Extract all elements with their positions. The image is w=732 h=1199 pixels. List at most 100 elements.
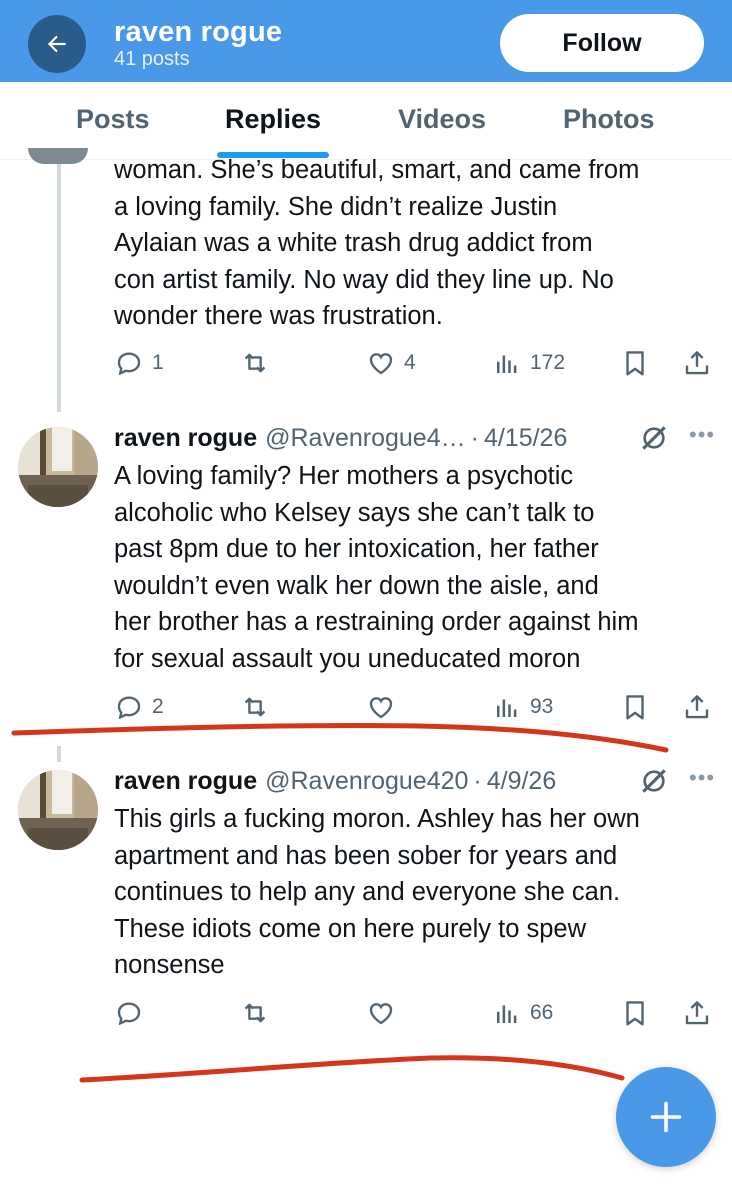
- tweet-text-line: wouldn’t even walk her down the aisle, a…: [114, 571, 599, 600]
- reply-count: 2: [152, 695, 164, 718]
- share-icon: [685, 695, 709, 719]
- repost-button[interactable]: [240, 687, 278, 727]
- tab-posts[interactable]: Posts: [76, 104, 150, 135]
- reply-button[interactable]: 2: [114, 687, 164, 727]
- tab-photos[interactable]: Photos: [563, 104, 655, 135]
- views-count: 66: [530, 1001, 554, 1024]
- reply-button[interactable]: 1: [114, 343, 164, 383]
- back-arrow-icon: [47, 35, 66, 53]
- avatar[interactable]: [18, 770, 98, 850]
- share-button[interactable]: [682, 343, 712, 383]
- share-icon: [685, 1001, 709, 1025]
- tweet-text-line: This girls a fucking moron. Ashley has h…: [114, 805, 640, 833]
- views-button[interactable]: 172: [492, 343, 565, 383]
- tweet-text-line: con artist family. No way did they line …: [114, 265, 614, 294]
- grok-icon[interactable]: [638, 765, 670, 797]
- tweet-text-line: nonsense: [114, 951, 225, 979]
- tweet-text-line: past 8pm due to her intoxication, her fa…: [114, 535, 599, 563]
- tweet-text-line: her brother has a restraining order agai…: [114, 608, 639, 636]
- tweet-author-handle[interactable]: @Ravenrogue4…: [265, 424, 466, 453]
- tweet-date[interactable]: 4/15/26: [484, 424, 567, 453]
- share-button[interactable]: [682, 993, 712, 1033]
- separator-dot: ·: [473, 766, 482, 795]
- thread-line: [57, 746, 61, 762]
- tweet-header: raven rogue @Ravenrogue420 · 4/9/26 •••: [114, 763, 724, 799]
- avatar[interactable]: [18, 427, 98, 507]
- reply-count: 1: [152, 351, 164, 374]
- follow-button[interactable]: Follow: [500, 14, 704, 72]
- bookmark-button[interactable]: [620, 993, 650, 1033]
- red-underline-stroke: [79, 1055, 625, 1083]
- views-count: 172: [530, 351, 566, 374]
- tweet-author-name[interactable]: raven rogue: [114, 424, 257, 453]
- avatar[interactable]: [28, 148, 88, 164]
- tweet-text-line: wonder there was frustration.: [114, 302, 443, 330]
- views-button[interactable]: 93: [492, 687, 553, 727]
- like-button[interactable]: [366, 993, 404, 1033]
- reply-button[interactable]: [114, 993, 152, 1033]
- bookmark-icon: [626, 695, 644, 720]
- reply-icon: [117, 696, 141, 720]
- tweet-author-name[interactable]: raven rogue: [114, 767, 257, 796]
- like-button[interactable]: [366, 687, 404, 727]
- repost-button[interactable]: [240, 993, 278, 1033]
- tweet-text-line: These idiots come on here purely to spew: [114, 914, 586, 943]
- views-count: 93: [530, 695, 554, 718]
- tweet-text-line: A loving family? Her mothers a psychotic: [114, 462, 574, 490]
- bookmark-button[interactable]: [620, 687, 650, 727]
- tweet-text-line: alcoholic who Kelsey says she can’t talk…: [114, 498, 595, 527]
- like-icon: [369, 353, 393, 375]
- profile-name: raven rogue: [114, 16, 283, 48]
- profile-header: raven rogue 41 posts Follow: [0, 0, 732, 82]
- tweet-text-line: a loving family. She didn’t realize Just…: [114, 192, 558, 221]
- tab-videos[interactable]: Videos: [398, 104, 486, 135]
- grok-icon[interactable]: [638, 422, 670, 454]
- like-count: 4: [404, 351, 416, 374]
- views-icon: [497, 1005, 517, 1023]
- tweet-text-line: for sexual assault you uneducated moron: [114, 644, 581, 673]
- thread-line: [57, 164, 61, 412]
- reply-icon: [117, 352, 141, 376]
- avatar-image: [18, 770, 98, 850]
- bookmark-icon: [626, 351, 644, 376]
- tweet-actions: 1 4 172: [114, 343, 718, 383]
- tab-replies[interactable]: Replies: [225, 104, 321, 135]
- share-button[interactable]: [682, 687, 712, 727]
- compose-button[interactable]: [616, 1067, 716, 1167]
- tweet-actions: 66: [114, 993, 718, 1033]
- repost-icon: [244, 1003, 266, 1023]
- tweet-text-line: woman. She’s beautiful, smart, and came …: [114, 156, 640, 184]
- bookmark-button[interactable]: [620, 343, 650, 383]
- repost-icon: [244, 697, 266, 717]
- profile-tabs: Posts Replies Videos Photos: [0, 82, 732, 160]
- tweet-text: A loving family? Her mothers a psychotic…: [114, 458, 714, 677]
- like-icon: [369, 697, 393, 719]
- tweet-actions: 2 93: [114, 687, 718, 727]
- more-icon[interactable]: •••: [689, 420, 715, 450]
- red-underline-stroke: [11, 722, 669, 753]
- tweet-text: This girls a fucking moron. Ashley has h…: [114, 801, 714, 984]
- tweet-header: raven rogue @Ravenrogue4… · 4/15/26 •••: [114, 420, 724, 456]
- like-icon: [369, 1003, 393, 1025]
- post-count: 41 posts: [114, 48, 190, 70]
- tweet-text-line: Aylaian was a white trash drug addict fr…: [114, 229, 593, 257]
- tweet-date[interactable]: 4/9/26: [487, 767, 557, 796]
- views-icon: [497, 699, 517, 717]
- back-button[interactable]: [28, 15, 86, 73]
- share-icon: [685, 351, 709, 375]
- separator-dot: ·: [470, 423, 479, 452]
- reply-icon: [117, 1002, 141, 1026]
- avatar-image: [18, 427, 98, 507]
- repost-button[interactable]: [240, 343, 278, 383]
- views-button[interactable]: 66: [492, 993, 553, 1033]
- tweet-text-line: apartment and has been sober for years a…: [114, 841, 618, 870]
- views-icon: [497, 355, 517, 373]
- repost-icon: [244, 353, 266, 373]
- bookmark-icon: [626, 1001, 644, 1026]
- compose-plus-icon: [650, 1101, 682, 1133]
- like-button[interactable]: 4: [366, 343, 416, 383]
- tweet-text: woman. She’s beautiful, smart, and came …: [114, 152, 714, 335]
- tweet-text-line: continues to help any and everyone she c…: [114, 878, 621, 906]
- tweet-author-handle[interactable]: @Ravenrogue420: [265, 767, 468, 796]
- more-icon[interactable]: •••: [689, 763, 715, 793]
